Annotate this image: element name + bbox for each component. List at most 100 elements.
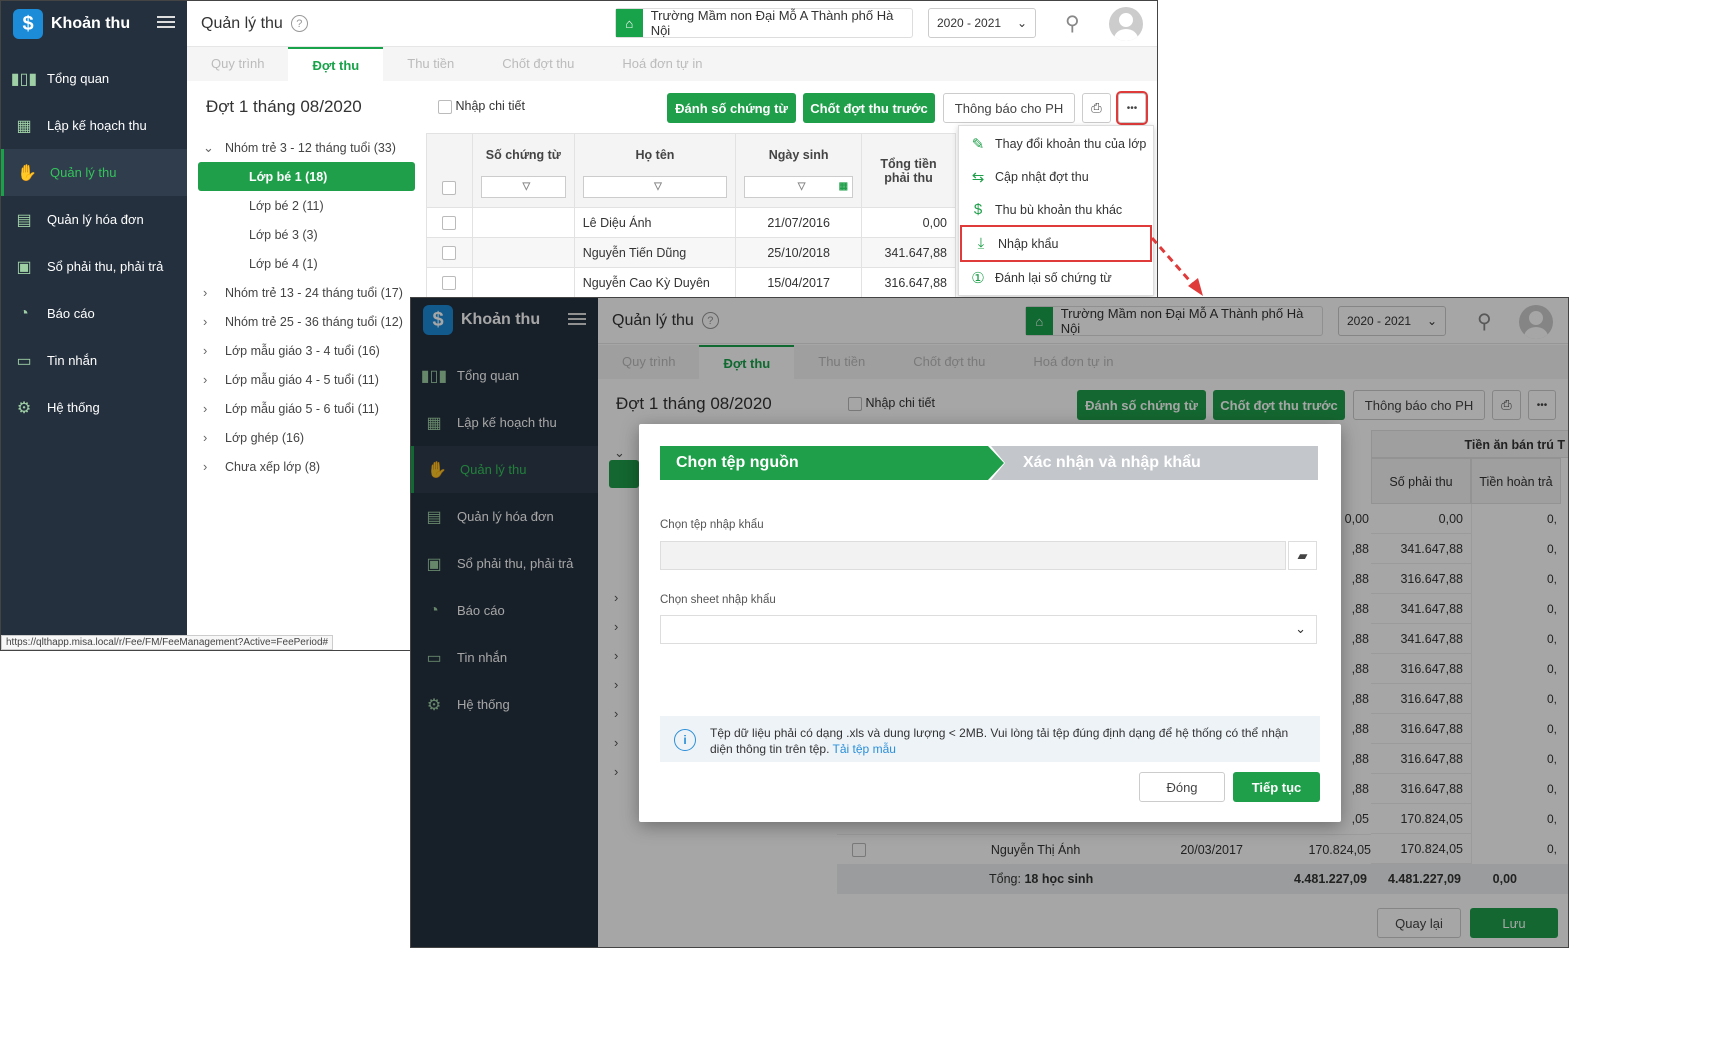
cell-total: 316.647,88	[861, 267, 956, 298]
sidebar-item-label: Hệ thống	[47, 400, 100, 415]
help-icon[interactable]: ?	[290, 15, 308, 32]
tree-label: Lớp bé 4 (1)	[249, 256, 318, 271]
table-row[interactable]: Lê Diệu Ánh 21/07/2016 0,00	[426, 207, 956, 238]
col-name: Họ tên ▽	[573, 133, 737, 208]
menu-toggle-icon[interactable]	[157, 13, 175, 31]
chevron-down-icon: ⌄	[203, 139, 214, 155]
tree-label: Nhóm trẻ 13 - 24 tháng tuổi (17)	[225, 285, 403, 300]
pie-chart-icon: ◔	[19, 304, 29, 322]
edit-icon: ✎	[971, 135, 985, 153]
chevron-down-icon: ⌄	[1295, 621, 1306, 636]
import-dialog: Chọn tệp nguồn Xác nhận và nhập khẩu Chọ…	[639, 424, 1341, 822]
chevron-right-icon: ›	[203, 430, 208, 445]
continue-button[interactable]: Tiếp tục	[1233, 772, 1320, 802]
close-prev-period-button[interactable]: Chốt đợt thu trước	[803, 93, 935, 123]
step-choose-source: Chọn tệp nguồn	[660, 446, 988, 480]
menu-update-period[interactable]: ⇆ Cập nhật đợt thu	[959, 160, 1153, 193]
tab-close-period[interactable]: Chốt đợt thu	[478, 47, 598, 81]
select-all-checkbox[interactable]	[442, 181, 457, 195]
sidebar-item-messages[interactable]: ▭ Tin nhắn	[1, 337, 187, 384]
folder-icon: ▰	[1297, 547, 1308, 563]
search-tool-icon[interactable]: ⚲	[1065, 11, 1080, 36]
school-name: Trường Mầm non Đại Mỗ A Thành phố Hà Nội	[650, 8, 894, 38]
cell-name: Nguyễn Cao Kỳ Duyên	[573, 267, 737, 298]
tree-group[interactable]: › Nhóm trẻ 13 - 24 tháng tuổi (17)	[203, 278, 403, 307]
column-header: Tổng tiền phải thu	[880, 156, 937, 185]
row-checkbox[interactable]	[442, 275, 457, 290]
sidebar-item-label: Tổng quan	[47, 71, 110, 86]
tab-process[interactable]: Quy trình	[187, 47, 288, 81]
tree-group[interactable]: › Lớp ghép (16)	[203, 423, 304, 452]
number-docs-button[interactable]: Đánh số chứng từ	[667, 93, 796, 123]
year-value: 2020 - 2021	[937, 16, 1002, 30]
chevron-right-icon: ›	[203, 343, 208, 358]
menu-renumber[interactable]: ① Đánh lại số chứng từ	[959, 261, 1153, 294]
tree-label: Lớp mẫu giáo 3 - 4 tuổi (16)	[225, 343, 380, 358]
fee-table: Số chứng từ ▽ Họ tên ▽ Ngày sinh ▽ ▦ Tổng ti…	[426, 133, 956, 298]
tree-class[interactable]: Lớp bé 2 (11)	[249, 191, 324, 220]
print-button[interactable]: ⎙	[1082, 93, 1111, 123]
message-icon: ▭	[16, 352, 32, 370]
sheet-select[interactable]: ⌄	[660, 615, 1317, 644]
cell-dob: 15/04/2017	[735, 267, 863, 298]
more-button[interactable]: •••	[1116, 91, 1148, 125]
filter-input[interactable]: ▽	[582, 176, 728, 198]
sheet-label: Chọn sheet nhập khẩu	[660, 594, 776, 606]
tree-class[interactable]: Lớp bé 4 (1)	[249, 249, 318, 278]
filter-input[interactable]: ▽	[480, 176, 566, 198]
calendar-money-icon: ▦	[16, 117, 32, 135]
col-total: Tổng tiền phải thu	[861, 133, 956, 208]
menu-label: Thu bù khoản thu khác	[995, 202, 1123, 217]
sidebar-item-ledger[interactable]: ▣ Sổ phải thu, phải trả	[1, 243, 187, 290]
chevron-right-icon: ›	[203, 459, 208, 474]
table-row[interactable]: Nguyễn Tiến Dũng 25/10/2018 341.647,88	[426, 237, 956, 268]
tree-group[interactable]: › Chưa xếp lớp (8)	[203, 452, 320, 481]
school-selector[interactable]: ⌂ Trường Mầm non Đại Mỗ A Thành phố Hà N…	[615, 8, 913, 38]
sidebar-item-overview[interactable]: ▮▯▮ Tổng quan	[1, 55, 187, 102]
tree-label: Lớp mẫu giáo 4 - 5 tuổi (11)	[225, 372, 379, 387]
invoice-icon: ▤	[16, 211, 32, 229]
info-icon: i	[674, 729, 696, 751]
note-text: Tệp dữ liệu phải có dạng .xls và dung lư…	[710, 726, 1289, 756]
tree-label: Chưa xếp lớp (8)	[225, 459, 321, 474]
row-checkbox[interactable]	[442, 245, 457, 260]
date-filter-input[interactable]: ▽ ▦	[744, 176, 854, 198]
sidebar-item-invoice[interactable]: ▤ Quản lý hóa đơn	[1, 196, 187, 243]
menu-import[interactable]: ⤓ Nhập khẩu	[960, 225, 1152, 262]
menu-change-class-fee[interactable]: ✎ Thay đổi khoản thu của lớp	[959, 127, 1153, 160]
tree-class-selected[interactable]: Lớp bé 1 (18)	[198, 162, 415, 191]
download-template-link[interactable]: Tải tệp mẫu	[833, 742, 896, 756]
menu-compensate-fee[interactable]: $ Thu bù khoản thu khác	[959, 193, 1153, 226]
sidebar-item-system[interactable]: ⚙ Hệ thống	[1, 384, 187, 431]
tree-group[interactable]: › Lớp mẫu giáo 5 - 6 tuổi (11)	[203, 394, 379, 423]
row-checkbox[interactable]	[442, 215, 457, 230]
refresh-icon: ⇆	[971, 168, 985, 186]
tree-group[interactable]: ⌄ Nhóm trẻ 3 - 12 tháng tuổi (33)	[203, 133, 396, 162]
tree-group[interactable]: › Lớp mẫu giáo 4 - 5 tuổi (11)	[203, 365, 379, 394]
notify-parents-button[interactable]: Thông báo cho PH	[943, 93, 1075, 123]
money-bag-icon: $	[973, 201, 983, 218]
tree-class[interactable]: Lớp bé 3 (3)	[249, 220, 318, 249]
tree-group[interactable]: › Lớp mẫu giáo 3 - 4 tuổi (16)	[203, 336, 380, 365]
close-button[interactable]: Đóng	[1139, 772, 1225, 802]
tab-collect[interactable]: Thu tiền	[383, 47, 478, 81]
browse-folder-button[interactable]: ▰	[1288, 541, 1317, 570]
year-select[interactable]: 2020 - 2021 ⌄	[928, 8, 1036, 38]
gear-icon: ⚙	[16, 399, 32, 417]
cell-total: 0,00	[861, 207, 956, 238]
file-input[interactable]	[660, 541, 1286, 570]
tab-self-invoice[interactable]: Hoá đơn tự in	[598, 47, 726, 81]
detail-checkbox[interactable]: Nhập chi tiết	[438, 99, 525, 114]
sidebar-item-report[interactable]: ◔ Báo cáo	[1, 290, 187, 337]
chevron-right-icon: ›	[203, 401, 208, 416]
avatar[interactable]	[1109, 7, 1143, 41]
step-label: Xác nhận và nhập khẩu	[1023, 454, 1201, 471]
column-header: Ngày sinh	[768, 148, 829, 162]
sidebar-item-plan[interactable]: ▦ Lập kế hoạch thu	[1, 102, 187, 149]
sidebar-item-fee-management[interactable]: ✋ Quản lý thu	[1, 149, 187, 196]
tree-group[interactable]: › Nhóm trẻ 25 - 36 tháng tuổi (12)	[203, 307, 403, 336]
col-doc-number: Số chứng từ ▽	[471, 133, 575, 208]
tab-fee-period[interactable]: Đợt thu	[288, 47, 384, 81]
select-all-cell	[426, 133, 473, 208]
table-row[interactable]: Nguyễn Cao Kỳ Duyên 15/04/2017 316.647,88	[426, 267, 956, 298]
